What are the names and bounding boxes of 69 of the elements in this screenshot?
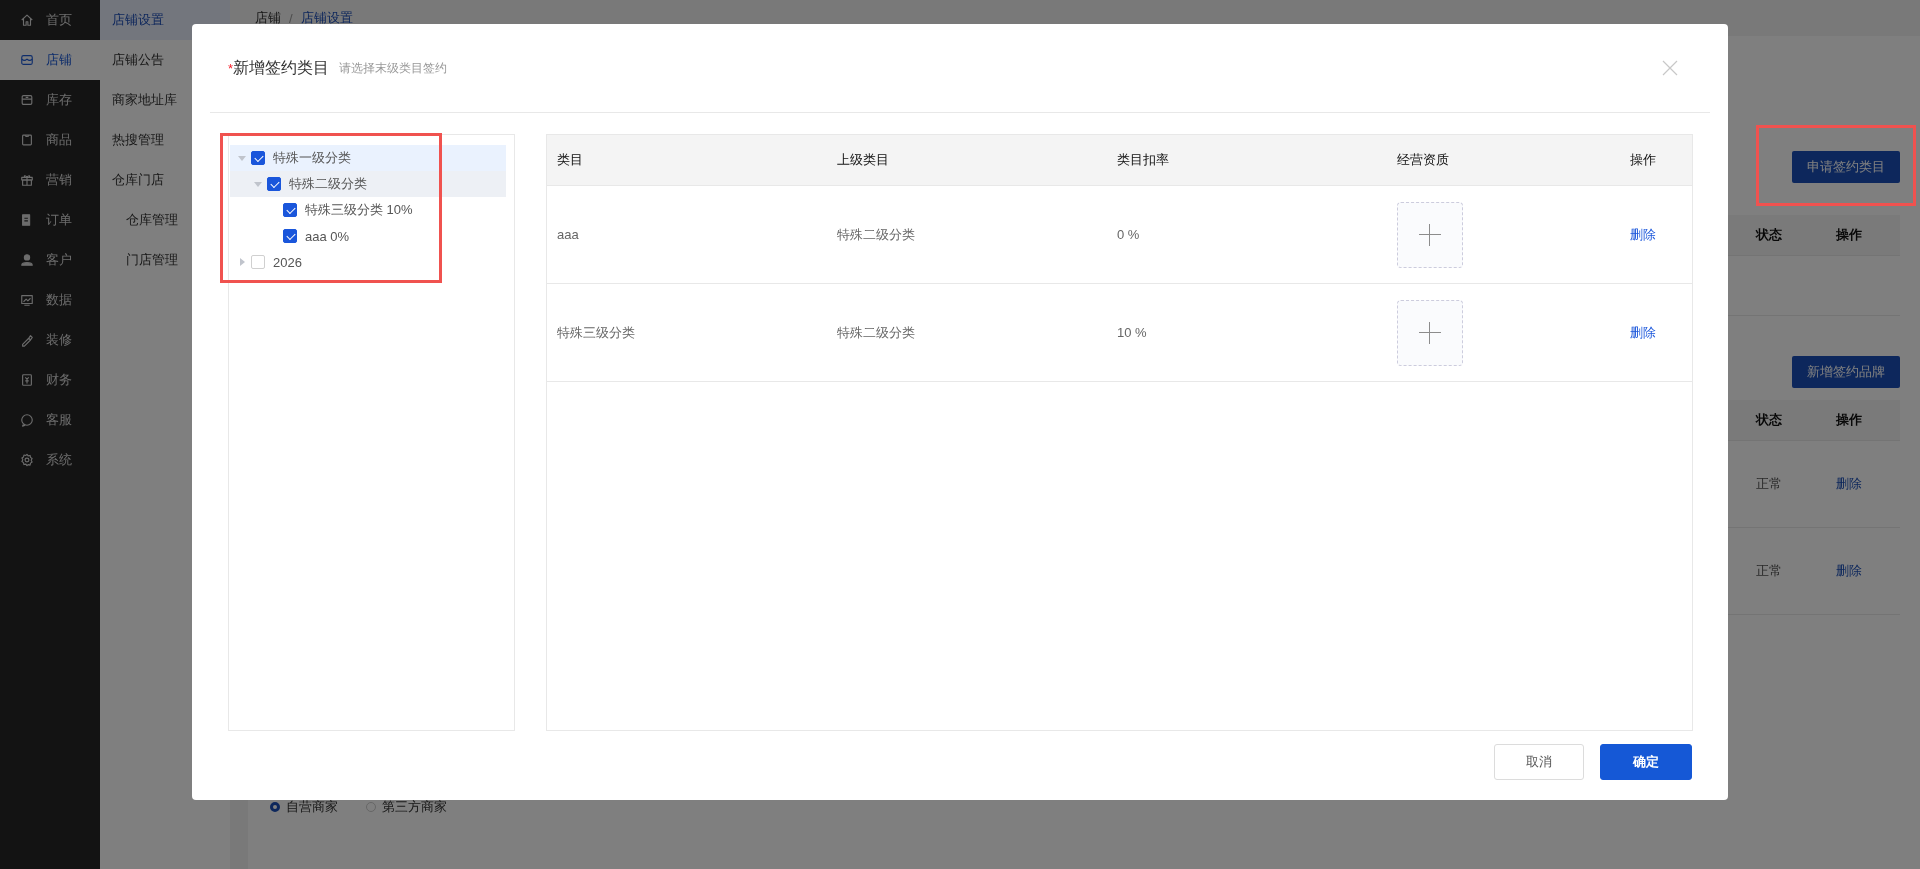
sidebar-item[interactable]: 营销 [0, 160, 100, 200]
tree-node[interactable]: 特殊二级分类 [230, 171, 506, 197]
sidebar-item[interactable]: 订单 [0, 200, 100, 240]
cancel-button[interactable]: 取消 [1494, 744, 1584, 780]
table-cell-text: 0 % [1116, 227, 1141, 242]
caret-icon[interactable] [238, 154, 246, 162]
column-header: 状态 [1756, 226, 1783, 244]
close-icon[interactable] [1662, 60, 1678, 76]
tree-node[interactable]: 特殊一级分类 [230, 145, 506, 171]
gift-icon [20, 173, 34, 187]
hint-text: 请选择末级类目签约 [339, 59, 448, 77]
table-cell-text: 10 % [1116, 325, 1148, 340]
storefront-icon [20, 53, 34, 67]
brush-icon [20, 333, 34, 347]
checkbox[interactable] [267, 177, 281, 191]
confirm-button[interactable]: 确定 [1600, 744, 1692, 780]
column-header: 上级类目 [836, 151, 890, 169]
sidebar-item[interactable]: 店铺 [0, 40, 100, 80]
sidebar-item[interactable]: 数据 [0, 280, 100, 320]
sidebar-item[interactable]: 首页 [0, 0, 100, 40]
radio-option[interactable]: 第三方商家 [366, 798, 447, 816]
breadcrumb-link[interactable]: 店铺 [255, 9, 281, 27]
chat-icon [20, 413, 34, 427]
caret-icon[interactable] [254, 180, 262, 188]
primary-button[interactable]: 新增签约品牌 [1792, 356, 1900, 388]
tree-node[interactable]: 特殊三级分类 10% [230, 197, 506, 223]
receipt-icon [20, 373, 34, 387]
settings-icon [20, 453, 34, 467]
sidebar-item[interactable]: 系统 [0, 440, 100, 480]
column-header: 状态 [1756, 411, 1783, 429]
table-cell-text: 特殊二级分类 [836, 225, 916, 244]
primary-button[interactable]: 申请签约类目 [1792, 151, 1900, 183]
tree-node[interactable]: 2026 [230, 249, 506, 275]
sidebar-item[interactable]: 装修 [0, 320, 100, 360]
column-header: 类目 [556, 151, 584, 169]
chart-icon [20, 293, 34, 307]
upload-button[interactable] [1397, 299, 1463, 366]
column-header: 操作 [1836, 226, 1863, 244]
column-header: 操作 [1629, 151, 1657, 169]
delete-link[interactable]: 删除 [1836, 475, 1900, 493]
upload-button[interactable] [1397, 201, 1463, 268]
tree-node[interactable]: aaa 0% [230, 223, 506, 249]
breadcrumb-link[interactable]: 店铺设置 [300, 9, 353, 27]
column-header: 操作 [1836, 411, 1863, 429]
dialog-title: *新增签约类目 [228, 57, 330, 78]
column-header: 类目扣率 [1116, 151, 1170, 169]
sidebar-item[interactable]: 库存 [0, 80, 100, 120]
delete-link[interactable]: 删除 [1630, 324, 1656, 340]
sidebar-item[interactable]: 财务 [0, 360, 100, 400]
table-cell-text: aaa [556, 227, 580, 242]
table-cell-text: 特殊三级分类 [556, 323, 636, 342]
house-icon [20, 13, 34, 27]
sidebar-item[interactable]: 商品 [0, 120, 100, 160]
table-cell-text: 特殊二级分类 [836, 323, 916, 342]
box-icon [20, 93, 34, 107]
delete-link[interactable]: 删除 [1630, 226, 1656, 242]
table-cell-text: 正常 [1756, 475, 1783, 493]
package-icon [20, 133, 34, 147]
caret-icon[interactable] [238, 258, 246, 266]
checkbox[interactable] [283, 229, 297, 243]
checkbox[interactable] [251, 151, 265, 165]
table-cell-text: 正常 [1756, 562, 1783, 580]
sidebar-item[interactable]: 客服 [0, 400, 100, 440]
person-icon [20, 253, 34, 267]
breadcrumb-separator: / [289, 10, 293, 26]
sidebar-item[interactable]: 客户 [0, 240, 100, 280]
delete-link[interactable]: 删除 [1836, 562, 1900, 580]
checkbox[interactable] [283, 203, 297, 217]
column-header: 经营资质 [1396, 151, 1450, 169]
